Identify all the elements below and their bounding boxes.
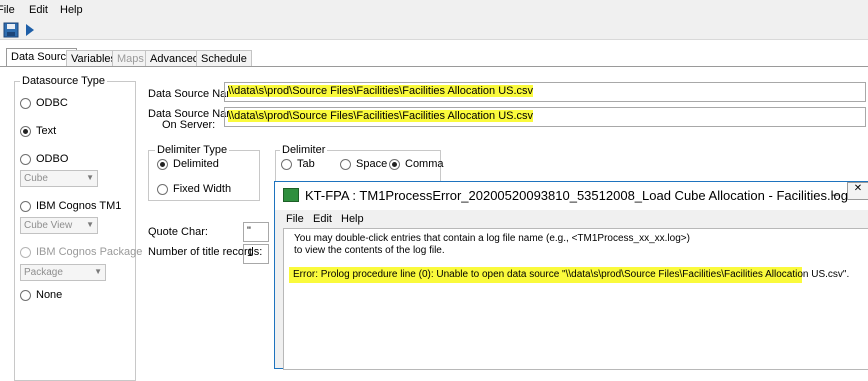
radio-odbo-label: ODBO (36, 153, 69, 165)
odbo-combo-value: Cube (24, 173, 48, 184)
odbo-combo[interactable]: Cube ▼ (20, 170, 98, 187)
save-icon[interactable] (3, 22, 19, 38)
radio-space-circle[interactable] (340, 158, 351, 170)
delimiter-type-title: Delimiter Type (155, 144, 230, 156)
radio-tm1-circle[interactable] (20, 200, 31, 212)
log-info-line-1: You may double-click entries that contai… (294, 233, 690, 244)
quote-char-input[interactable]: " (243, 222, 269, 242)
close-button[interactable]: ✕ (847, 182, 868, 200)
radio-none-circle[interactable] (20, 289, 31, 301)
radio-tab-label: Tab (297, 158, 315, 170)
radio-none[interactable]: None (20, 289, 62, 301)
radio-text[interactable]: Text (20, 125, 56, 137)
tab-divider (0, 66, 868, 67)
radio-comma[interactable]: Comma (389, 158, 444, 170)
radio-package-circle[interactable] (20, 246, 31, 258)
radio-delimited-label: Delimited (173, 158, 219, 170)
radio-space[interactable]: Space (340, 158, 387, 170)
ds-name-value: \\data\s\prod\Source Files\Facilities\Fa… (228, 85, 534, 97)
delimiter-title: Delimiter (280, 144, 328, 156)
menu-edit[interactable]: Edit (29, 4, 48, 16)
log-menu-file[interactable]: File (286, 213, 304, 225)
log-menu-bar: File Edit Help (275, 210, 868, 228)
radio-space-label: Space (356, 158, 388, 170)
chevron-down-icon: ▼ (86, 220, 94, 229)
ds-server-label-2: On Server: (162, 119, 216, 131)
log-window-title: KT-FPA : TM1ProcessError_20200520093810_… (305, 188, 848, 203)
radio-odbo[interactable]: ODBO (20, 153, 68, 165)
chevron-down-icon: ▼ (86, 173, 94, 182)
app-icon (283, 188, 299, 202)
radio-none-label: None (36, 289, 63, 301)
menu-bar: File Edit Help (0, 0, 868, 20)
tab-schedule[interactable]: Schedule (196, 50, 252, 67)
radio-fixed-width-label: Fixed Width (173, 183, 232, 195)
log-menu-help[interactable]: Help (341, 213, 364, 225)
tm1-combo-value: Cube View (24, 220, 73, 231)
radio-tab-circle[interactable] (281, 158, 292, 170)
radio-delimited-circle[interactable] (157, 158, 168, 170)
radio-fixed-width[interactable]: Fixed Width (157, 183, 231, 195)
log-window-titlebar[interactable]: KT-FPA : TM1ProcessError_20200520093810_… (275, 182, 868, 210)
ds-server-input[interactable]: \\data\s\prod\Source Files\Facilities\Fa… (224, 107, 866, 127)
radio-odbc-label: ODBC (36, 97, 68, 109)
minimize-button[interactable]: _ (823, 182, 847, 200)
toolbar (0, 20, 868, 40)
log-window: KT-FPA : TM1ProcessError_20200520093810_… (274, 181, 868, 370)
radio-tab[interactable]: Tab (281, 158, 315, 170)
radio-tm1[interactable]: IBM Cognos TM1 (20, 200, 121, 212)
ds-name-input[interactable]: \\data\s\prod\Source Files\Facilities\Fa… (224, 82, 866, 102)
radio-package-label: IBM Cognos Package (36, 246, 143, 258)
log-menu-edit[interactable]: Edit (313, 213, 332, 225)
menu-help[interactable]: Help (60, 4, 83, 16)
log-list[interactable]: You may double-click entries that contai… (283, 228, 868, 370)
radio-fixed-width-circle[interactable] (157, 183, 168, 195)
radio-package[interactable]: IBM Cognos Package (20, 246, 142, 258)
radio-tm1-label: IBM Cognos TM1 (36, 200, 122, 212)
log-error-entry[interactable]: Error: Prolog procedure line (0): Unable… (289, 267, 849, 283)
title-records-input[interactable]: 1 (243, 244, 269, 264)
quote-char-value: " (247, 225, 251, 237)
log-info-text: You may double-click entries that contai… (294, 233, 690, 257)
tab-strip: Data Source Variables Maps Advanced Sche… (0, 48, 868, 67)
datasource-type-title: Datasource Type (20, 75, 107, 87)
run-icon[interactable] (22, 22, 38, 38)
radio-odbc-circle[interactable] (20, 97, 31, 109)
tab-maps[interactable]: Maps (112, 50, 149, 67)
radio-text-label: Text (36, 125, 57, 137)
radio-comma-circle[interactable] (389, 158, 400, 170)
log-info-line-2: to view the contents of the log file. (294, 245, 445, 256)
quote-char-label: Quote Char: (148, 226, 208, 238)
package-combo-value: Package (24, 267, 63, 278)
title-records-value: 1 (247, 247, 254, 259)
package-combo[interactable]: Package ▼ (20, 264, 106, 281)
radio-comma-label: Comma (405, 158, 444, 170)
radio-odbo-circle[interactable] (20, 153, 31, 165)
radio-odbc[interactable]: ODBC (20, 97, 68, 109)
chevron-down-icon: ▼ (94, 267, 102, 276)
menu-file[interactable]: File (0, 4, 15, 16)
ds-server-value: \\data\s\prod\Source Files\Facilities\Fa… (228, 110, 534, 122)
radio-text-circle[interactable] (20, 125, 31, 137)
tm1-combo[interactable]: Cube View ▼ (20, 217, 98, 234)
radio-delimited[interactable]: Delimited (157, 158, 219, 170)
